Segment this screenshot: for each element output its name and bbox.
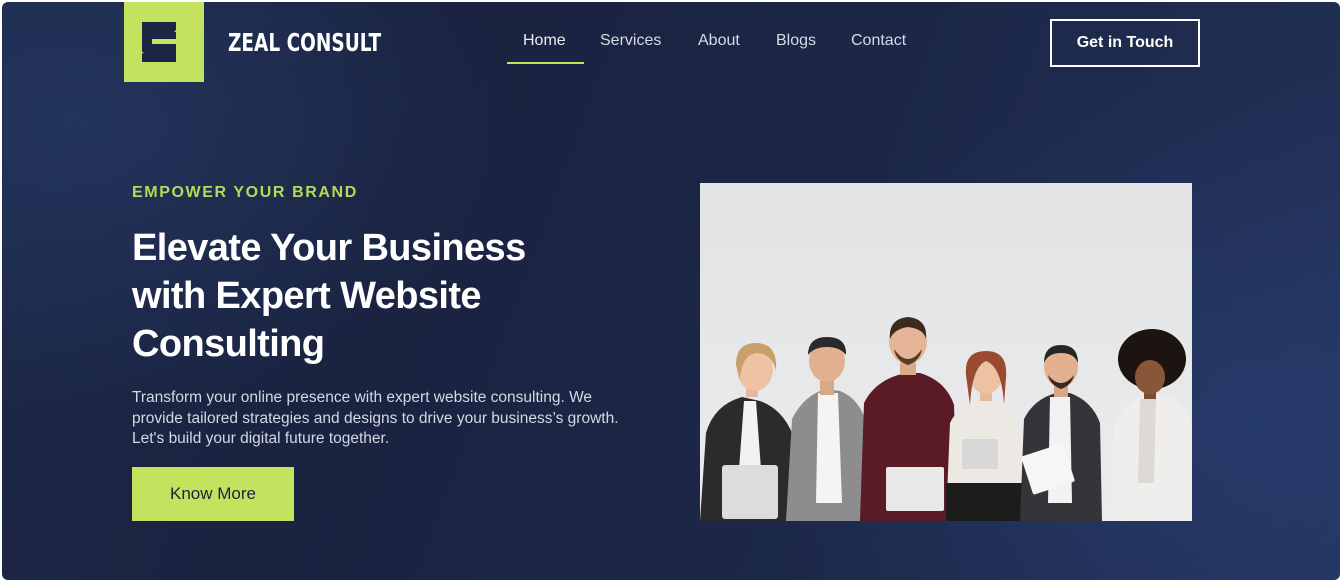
- know-more-button[interactable]: Know More: [132, 467, 294, 521]
- team-photo-illustration: [700, 183, 1192, 521]
- logo[interactable]: [124, 2, 204, 82]
- nav-blogs[interactable]: Blogs: [776, 32, 816, 66]
- nav-home[interactable]: Home: [523, 32, 566, 66]
- hero-description: Transform your online presence with expe…: [132, 389, 619, 447]
- nav-services[interactable]: Services: [600, 32, 661, 66]
- nav-active-underline: [507, 62, 584, 64]
- hero-section: ZEAL CONSULT Home Services About Blogs C…: [2, 2, 1340, 580]
- get-in-touch-button[interactable]: Get in Touch: [1050, 19, 1200, 67]
- logo-z-icon: [142, 22, 186, 62]
- hero-headline: Elevate Your Business with Expert Websit…: [132, 227, 526, 365]
- brand-name: ZEAL CONSULT: [228, 28, 382, 57]
- page: ZEAL CONSULT Home Services About Blogs C…: [0, 0, 1342, 585]
- team-photo: [700, 183, 1192, 521]
- nav-about[interactable]: About: [698, 32, 740, 66]
- hero-eyebrow: EMPOWER YOUR BRAND: [132, 184, 358, 201]
- nav-contact[interactable]: Contact: [851, 32, 906, 66]
